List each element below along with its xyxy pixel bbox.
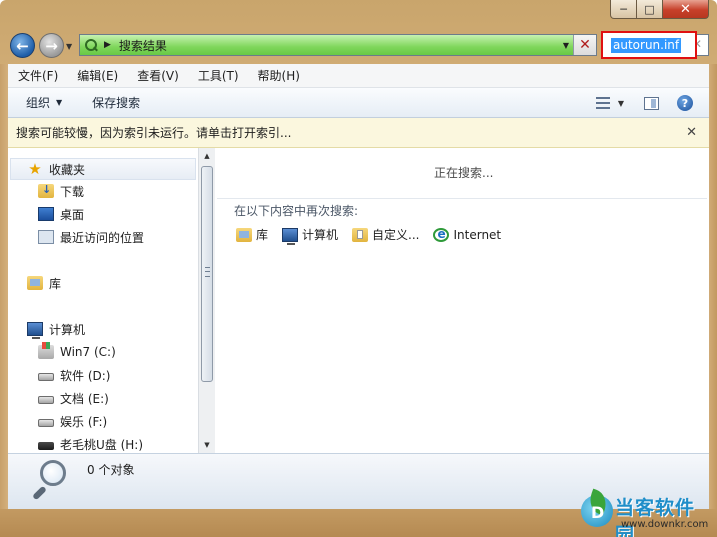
library-icon <box>236 227 252 242</box>
index-info-bar[interactable]: 搜索可能较慢，因为索引未运行。请单击打开索引... ✕ <box>8 118 709 148</box>
nav-drive-f[interactable]: 娱乐 (F:) <box>38 410 107 432</box>
watermark-url: www.downkr.com <box>621 519 709 530</box>
option-label: Internet <box>453 227 502 242</box>
drive-label: Win7 (C:) <box>60 345 116 359</box>
library-icon <box>27 276 43 290</box>
item-count: 0 个对象 <box>87 463 135 477</box>
menu-edit[interactable]: 编辑(E) <box>67 67 127 84</box>
drive-label: 娱乐 (F:) <box>60 414 108 429</box>
search-again-label: 在以下内容中再次搜索: <box>234 204 359 218</box>
search-again-computer[interactable]: 计算机 <box>282 226 339 245</box>
window-frame-right <box>709 64 717 509</box>
recent-pages-dropdown[interactable]: ▼ <box>66 42 72 51</box>
scroll-up-icon[interactable]: ▲ <box>199 148 215 164</box>
window-frame-left <box>0 64 8 509</box>
option-label: 计算机 <box>302 228 339 242</box>
maximize-button[interactable]: □ <box>637 0 663 19</box>
stop-search-button[interactable]: ✕ <box>573 35 596 55</box>
minimize-button[interactable]: ─ <box>610 0 637 19</box>
hard-drive-icon <box>38 396 54 404</box>
close-button[interactable]: ✕ <box>663 0 709 19</box>
menu-tools[interactable]: 工具(T) <box>188 67 248 84</box>
drive-label: 文档 (E:) <box>60 391 109 406</box>
hard-drive-icon <box>38 419 54 427</box>
help-icon[interactable]: ? <box>677 95 693 111</box>
nav-recent-label: 最近访问的位置 <box>60 230 145 245</box>
nav-libraries-label: 库 <box>49 276 62 291</box>
search-again-internet[interactable]: Internet <box>433 227 502 242</box>
navigation-pane: ★ 收藏夹 下载 桌面 最近访问的位置 库 计算机 Win7 (C:) <box>8 148 198 453</box>
divider <box>217 198 707 199</box>
nav-recent-places[interactable]: 最近访问的位置 <box>38 226 144 248</box>
site-watermark: D 当客软件园 www.downkr.com <box>579 488 713 537</box>
toolbar-right-group: ▼ ? <box>595 88 709 118</box>
organize-button[interactable]: 组织 ▼ <box>26 94 62 111</box>
menu-file[interactable]: 文件(F) <box>8 67 67 84</box>
nav-drive-c[interactable]: Win7 (C:) <box>38 341 116 363</box>
magnifier-icon <box>30 460 74 504</box>
search-icon <box>84 38 98 52</box>
custom-folder-icon <box>352 227 369 242</box>
nav-desktop-label: 桌面 <box>60 207 85 222</box>
option-label: 库 <box>256 228 269 242</box>
address-dropdown-icon[interactable]: ▼ <box>559 41 573 50</box>
nav-drive-h[interactable]: 老毛桃U盘 (H:) <box>38 433 143 453</box>
menu-bar: 文件(F) 编辑(E) 查看(V) 工具(T) 帮助(H) <box>8 64 709 88</box>
watermark-name: 当客软件园 <box>615 497 696 537</box>
downloads-folder-icon <box>38 183 54 198</box>
hard-drive-icon <box>38 373 54 381</box>
drive-label: 软件 (D:) <box>60 368 111 383</box>
drive-label: 老毛桃U盘 (H:) <box>60 437 144 452</box>
site-logo-icon: D <box>579 488 615 531</box>
nav-downloads[interactable]: 下载 <box>38 180 84 202</box>
back-button[interactable]: ← <box>10 33 35 58</box>
scroll-down-icon[interactable]: ▼ <box>199 437 215 453</box>
chevron-down-icon: ▼ <box>56 98 63 107</box>
system-drive-icon <box>38 342 54 359</box>
menu-view[interactable]: 查看(V) <box>127 67 188 84</box>
search-again-custom[interactable]: 自定义... <box>352 226 419 243</box>
nav-computer-label: 计算机 <box>49 322 86 337</box>
explorer-window: ─ □ ✕ ← → ▼ ▶ 搜索结果 ▼ ✕ ✕ autorun.inf 文件(… <box>0 0 717 537</box>
nav-computer[interactable]: 计算机 <box>27 318 85 340</box>
caption-buttons: ─ □ ✕ <box>610 0 709 19</box>
desktop-icon <box>38 207 54 221</box>
search-again-libraries[interactable]: 库 <box>236 226 268 243</box>
grip-icon <box>205 267 210 277</box>
nav-favorites[interactable]: ★ 收藏夹 <box>10 158 196 180</box>
views-dropdown-icon[interactable]: ▼ <box>618 99 624 108</box>
recent-places-icon <box>38 230 54 244</box>
internet-explorer-icon <box>433 227 450 242</box>
menu-help[interactable]: 帮助(H) <box>248 67 309 84</box>
search-highlight-box: autorun.inf <box>601 31 697 59</box>
option-label: 自定义... <box>372 228 420 242</box>
results-pane: 正在搜索... 在以下内容中再次搜索: 库 计算机 自定义... Interne… <box>215 148 709 453</box>
info-bar-close-icon[interactable]: ✕ <box>686 125 697 140</box>
nav-desktop[interactable]: 桌面 <box>38 203 84 225</box>
preview-pane-icon[interactable] <box>644 96 659 110</box>
breadcrumb-chevron-icon[interactable]: ▶ <box>104 40 111 50</box>
views-icon[interactable] <box>595 96 610 110</box>
computer-icon <box>27 322 43 339</box>
nav-drive-e[interactable]: 文档 (E:) <box>38 387 109 409</box>
command-bar: 组织 ▼ 保存搜索 ▼ ? <box>8 88 709 118</box>
organize-label: 组织 <box>26 96 51 110</box>
computer-icon <box>282 227 299 245</box>
save-search-button[interactable]: 保存搜索 <box>92 94 140 111</box>
search-input-value[interactable]: autorun.inf <box>611 38 682 53</box>
usb-drive-icon <box>38 442 54 450</box>
forward-button[interactable]: → <box>39 33 64 58</box>
searching-status: 正在搜索... <box>434 166 494 180</box>
star-icon: ★ <box>28 160 42 178</box>
nav-favorites-label: 收藏夹 <box>49 162 86 177</box>
info-bar-text: 搜索可能较慢，因为索引未运行。请单击打开索引... <box>16 126 292 140</box>
breadcrumb-search-results[interactable]: 搜索结果 <box>119 37 559 54</box>
scrollbar-thumb[interactable] <box>201 166 213 382</box>
nav-pane-scrollbar[interactable]: ▲ ▼ <box>198 148 215 453</box>
nav-libraries[interactable]: 库 <box>27 272 61 294</box>
address-bar[interactable]: ▶ 搜索结果 ▼ ✕ <box>79 34 597 56</box>
nav-downloads-label: 下载 <box>60 184 85 199</box>
nav-drive-d[interactable]: 软件 (D:) <box>38 364 110 386</box>
search-again-options: 库 计算机 自定义... Internet <box>236 226 515 245</box>
